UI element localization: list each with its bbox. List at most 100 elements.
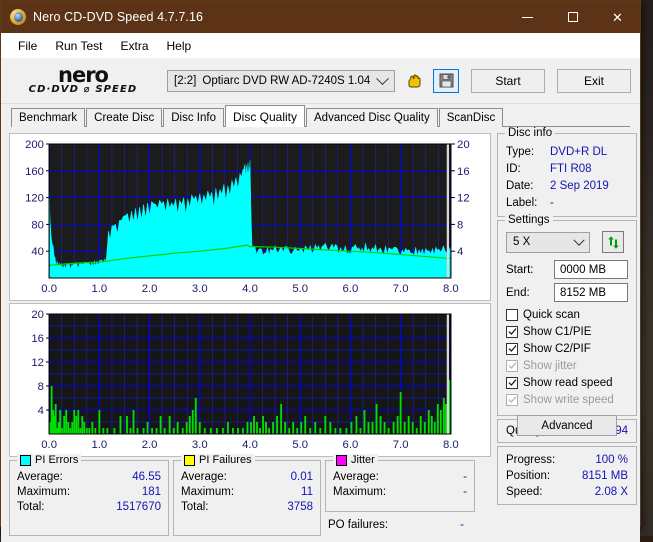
svg-text:0.0: 0.0: [41, 439, 57, 451]
pi-failures-chart: 20 16 12 8 4 0.0 1.0 2.0 3.0 4.0 5.0 6.0 7.0 8.0: [9, 303, 491, 457]
check-icon: [508, 328, 516, 335]
toolbar: nero CD·DVD ⌀ SPEED [2:2] Optiarc DVD RW…: [1, 58, 640, 104]
po-failures-label: PO failures:: [328, 519, 389, 531]
menu-bar: File Run Test Extra Help: [1, 33, 640, 58]
disc-id-value: FTI R08: [550, 163, 592, 175]
check-icon: [508, 396, 516, 403]
svg-text:4: 4: [457, 246, 463, 258]
svg-text:0.0: 0.0: [41, 283, 57, 295]
start-input[interactable]: 0000 MB: [554, 260, 628, 279]
jitter-stats-wrapper: Jitter Average: - Maximum: - PO failures…: [321, 454, 475, 536]
close-icon: ✕: [612, 9, 623, 25]
svg-text:1.0: 1.0: [91, 439, 107, 451]
save-icon: [439, 73, 453, 88]
disc-type-value: DVD+R DL: [550, 146, 608, 158]
pi-errors-color-swatch: [20, 454, 31, 466]
pi-errors-maximum-label: Maximum:: [17, 486, 71, 498]
svg-text:7.0: 7.0: [393, 439, 409, 451]
jitter-color-swatch: [336, 454, 347, 466]
pi-failures-average-label: Average:: [181, 471, 227, 483]
advanced-button[interactable]: Advanced: [517, 415, 617, 436]
disc-type-label: Type:: [506, 146, 535, 158]
refresh-button[interactable]: [602, 231, 624, 253]
pi-errors-chart: 200 160 120 80 40 20 16 12 8 4 0.0 1.0 2.0 3.0 4.0 5.0 6…: [9, 133, 491, 301]
checkbox-box: [506, 393, 518, 406]
nero-logo: nero CD·DVD ⌀ SPEED: [13, 63, 153, 99]
menu-help[interactable]: Help: [158, 36, 201, 56]
svg-text:5.0: 5.0: [292, 439, 308, 451]
save-button[interactable]: [433, 68, 459, 93]
progress-group: Progress: 100 % Position: 8151 MB Speed:…: [497, 446, 637, 505]
menu-file[interactable]: File: [9, 36, 46, 56]
disc-date-label: Date:: [506, 180, 534, 192]
pi-errors-total-label: Total:: [17, 501, 45, 513]
speed-select[interactable]: 5 X: [506, 231, 590, 253]
tab-advanced-disc-quality[interactable]: Advanced Disc Quality: [306, 108, 438, 127]
disc-label-row: Label: -: [506, 195, 628, 212]
tab-create-disc[interactable]: Create Disc: [86, 108, 163, 127]
checkbox-box: [506, 342, 518, 355]
speed-label: Speed:: [506, 486, 543, 498]
window-title: Nero CD-DVD Speed 4.7.7.16: [33, 10, 204, 24]
checkbox-box: [506, 325, 518, 338]
menu-extra[interactable]: Extra: [111, 36, 157, 56]
pi-errors-legend: PI Errors: [17, 454, 82, 466]
svg-text:8.0: 8.0: [443, 439, 459, 451]
jitter-legend: Jitter: [333, 454, 378, 466]
drive-bracket: [2:2]: [174, 74, 197, 87]
drive-select[interactable]: [2:2] Optiarc DVD RW AD-7240S 1.04: [167, 69, 395, 92]
pi-errors-total-row: Total: 1517670: [17, 500, 161, 515]
checkbox-label: Show write speed: [523, 393, 614, 406]
tab-disc-quality[interactable]: Disc Quality: [225, 105, 306, 127]
disc-type-row: Type: DVD+R DL: [506, 144, 628, 161]
jitter-average-row: Average: -: [333, 470, 467, 485]
exit-button[interactable]: Exit: [557, 68, 631, 93]
checkbox-box: [506, 376, 518, 389]
pi-errors-legend-text: PI Errors: [35, 454, 79, 466]
check-icon: [508, 379, 516, 386]
minimize-button[interactable]: [505, 1, 550, 33]
pi-errors-total-value: 1517670: [116, 501, 161, 513]
svg-text:5.0: 5.0: [292, 283, 308, 295]
close-button[interactable]: ✕: [595, 1, 640, 33]
checkbox-show-c1-pie[interactable]: Show C1/PIE: [506, 323, 628, 340]
tab-benchmark[interactable]: Benchmark: [11, 108, 86, 127]
maximize-icon: [567, 12, 578, 22]
progress-value: 100 %: [595, 454, 628, 466]
end-input[interactable]: 8152 MB: [554, 283, 628, 302]
title-bar: Nero CD-DVD Speed 4.7.7.16 ✕: [1, 1, 640, 33]
checkbox-show-c2-pif[interactable]: Show C2/PIF: [506, 340, 628, 357]
checkbox-label: Show jitter: [523, 359, 577, 372]
end-row: End: 8152 MB: [506, 283, 628, 302]
disc-info-group: Disc info Type: DVD+R DL ID: FTI R08 Dat…: [497, 127, 637, 217]
checkbox-box: [506, 359, 518, 372]
drive-name: Optiarc DVD RW AD-7240S 1.04: [202, 74, 371, 87]
eject-button[interactable]: [401, 68, 427, 93]
checkbox-quick-scan[interactable]: Quick scan: [506, 306, 628, 323]
hand-icon: [408, 74, 420, 88]
jitter-maximum-label: Maximum:: [333, 486, 387, 498]
checkbox-box: [506, 308, 518, 321]
speed-row: 5 X: [506, 231, 628, 253]
maximize-button[interactable]: [550, 1, 595, 33]
tab-content-disc-quality: 200 160 120 80 40 20 16 12 8 4 0.0 1.0 2.0 3.0 4.0 5.0 6…: [1, 127, 640, 542]
tab-scandisc[interactable]: ScanDisc: [438, 108, 504, 127]
start-button[interactable]: Start: [471, 68, 545, 93]
checkbox-show-jitter: Show jitter: [506, 357, 628, 374]
disc-id-label: ID:: [506, 163, 521, 175]
svg-text:16: 16: [31, 333, 44, 345]
charts-column: 200 160 120 80 40 20 16 12 8 4 0.0 1.0 2.0 3.0 4.0 5.0 6…: [9, 133, 491, 536]
side-panel: Disc info Type: DVD+R DL ID: FTI R08 Dat…: [491, 127, 637, 536]
svg-text:120: 120: [25, 193, 44, 205]
checkbox-label: Show C1/PIE: [523, 325, 592, 338]
jitter-maximum-value: -: [463, 486, 467, 498]
menu-run-test[interactable]: Run Test: [46, 36, 111, 56]
chevron-down-icon: [573, 234, 585, 246]
svg-text:6.0: 6.0: [343, 283, 359, 295]
window-controls: ✕: [505, 1, 640, 33]
tab-disc-info[interactable]: Disc Info: [163, 108, 224, 127]
checkbox-show-read-speed[interactable]: Show read speed: [506, 374, 628, 391]
pi-failures-legend: PI Failures: [181, 454, 255, 466]
end-label: End:: [506, 286, 530, 299]
start-label: Start:: [506, 263, 534, 276]
